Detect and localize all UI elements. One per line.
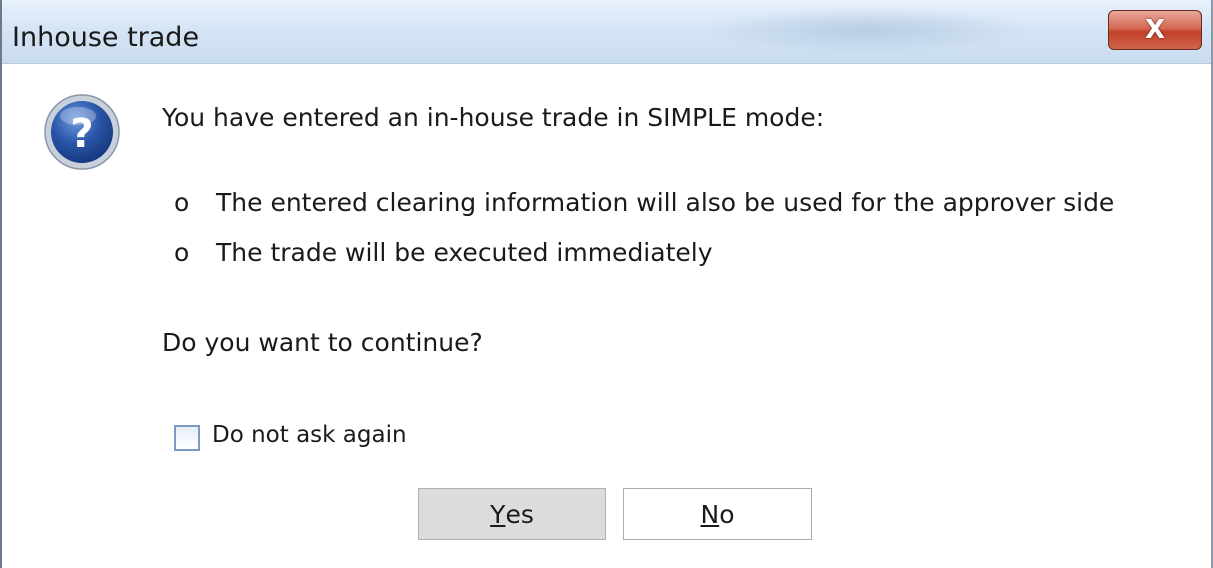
yes-label-rest: es (505, 499, 534, 529)
yes-button[interactable]: Yes (418, 488, 606, 540)
yes-accelerator: Y (490, 499, 506, 529)
do-not-ask-again-label[interactable]: Do not ask again (212, 422, 407, 448)
dialog-window: Inhouse trade X ? You have entered an in… (0, 0, 1213, 568)
bullet-item-executed: The trade will be executed immediately (216, 238, 713, 267)
close-button[interactable]: X (1108, 10, 1202, 50)
bullet-marker: o (174, 238, 190, 267)
do-not-ask-again-checkbox[interactable] (174, 425, 200, 451)
close-icon: X (1144, 15, 1166, 45)
question-icon: ? (44, 94, 120, 170)
intro-message: You have entered an in-house trade in SI… (162, 103, 825, 132)
window-title: Inhouse trade (12, 22, 200, 53)
bullet-item-clearing: The entered clearing information will al… (216, 188, 1115, 217)
svg-text:?: ? (70, 111, 93, 157)
bullet-marker: o (174, 188, 190, 217)
title-bar[interactable]: Inhouse trade X (2, 0, 1211, 64)
no-accelerator: N (700, 499, 720, 529)
title-bar-glow (702, 6, 1032, 54)
continue-question: Do you want to continue? (162, 328, 483, 357)
no-label-rest: o (719, 499, 735, 529)
no-button[interactable]: No (623, 488, 812, 540)
